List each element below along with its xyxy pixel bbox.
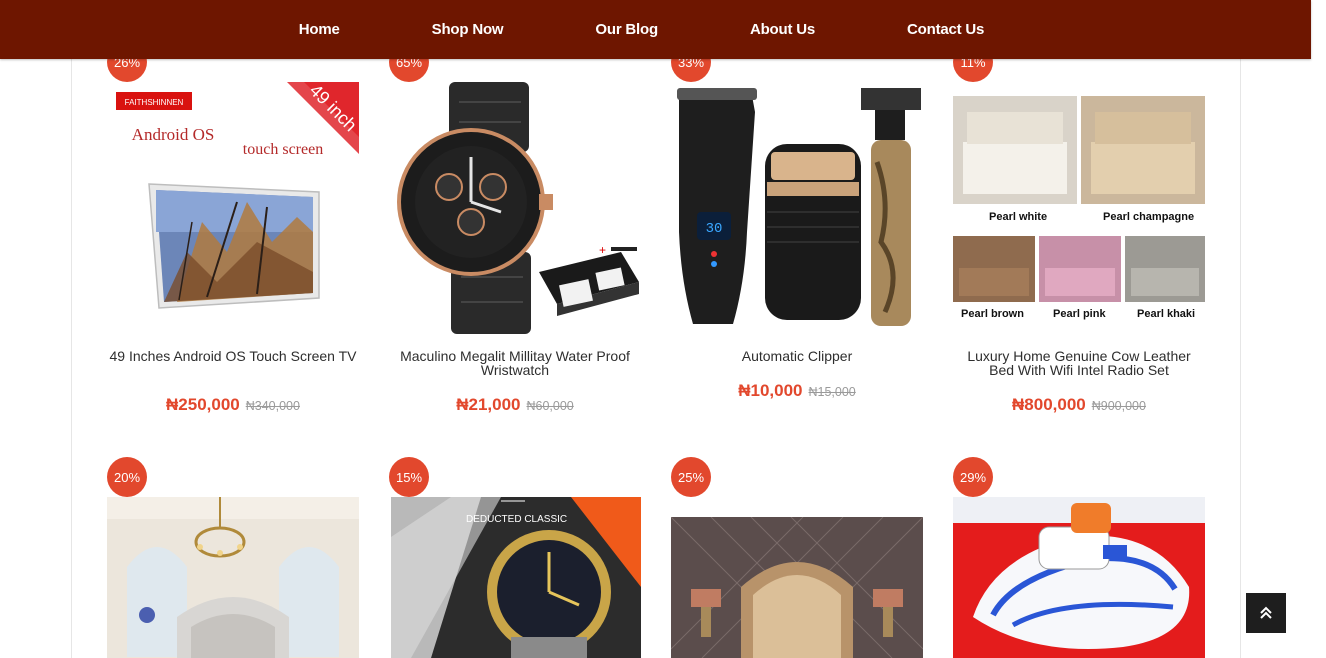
svg-text:Pearl pink: Pearl pink bbox=[1053, 308, 1106, 320]
product-title[interactable]: Luxury Home Genuine Cow Leather Bed With… bbox=[953, 349, 1205, 377]
discount-badge: 20% bbox=[107, 457, 147, 497]
svg-text:+: + bbox=[599, 243, 606, 257]
svg-text:Pearl khaki: Pearl khaki bbox=[1137, 308, 1195, 320]
sale-price: ₦21,000 bbox=[456, 395, 521, 414]
product-title[interactable]: Automatic Clipper bbox=[671, 349, 923, 363]
nav-about-us[interactable]: About Us bbox=[750, 21, 815, 38]
original-price: ₦15,000 bbox=[808, 385, 856, 399]
discount-badge: 25% bbox=[671, 457, 711, 497]
original-price: ₦340,000 bbox=[245, 399, 300, 413]
price-row: ₦250,000 ₦340,000 bbox=[107, 395, 359, 415]
nav-home[interactable]: Home bbox=[299, 21, 340, 38]
price-row: ₦21,000 ₦60,000 bbox=[389, 395, 641, 415]
back-to-top-button[interactable] bbox=[1246, 593, 1286, 633]
sale-price: ₦250,000 bbox=[166, 395, 240, 414]
sale-price: ₦10,000 bbox=[738, 381, 803, 400]
svg-text:DEDUCTED CLASSIC: DEDUCTED CLASSIC bbox=[466, 514, 567, 525]
product-image[interactable] bbox=[107, 497, 359, 658]
product-title[interactable]: 49 Inches Android OS Touch Screen TV bbox=[107, 349, 359, 363]
top-navbar: Home Shop Now Our Blog About Us Contact … bbox=[0, 0, 1311, 59]
nav-menu: Home Shop Now Our Blog About Us Contact … bbox=[253, 21, 1030, 38]
nav-our-blog[interactable]: Our Blog bbox=[595, 21, 658, 38]
nav-shop-now[interactable]: Shop Now bbox=[432, 21, 504, 38]
svg-text:Android OS: Android OS bbox=[132, 125, 215, 144]
price-row: ₦800,000 ₦900,000 bbox=[953, 395, 1205, 415]
discount-badge: 15% bbox=[389, 457, 429, 497]
product-image[interactable]: FAITHSHINNEN 49 inch Android OS touch sc… bbox=[107, 82, 359, 334]
brand-tag-text: FAITHSHINNEN bbox=[125, 98, 184, 107]
product-image[interactable]: Pearl white Pearl champagne Pearl brown … bbox=[953, 82, 1205, 334]
price-row: ₦10,000 ₦15,000 bbox=[671, 381, 923, 401]
double-chevron-up-icon bbox=[1260, 606, 1272, 619]
product-image[interactable]: + bbox=[389, 82, 641, 334]
svg-text:Pearl white: Pearl white bbox=[989, 211, 1047, 223]
product-image[interactable]: 30 bbox=[671, 82, 923, 334]
product-image[interactable]: DEDUCTED CLASSIC bbox=[391, 497, 641, 658]
product-image[interactable] bbox=[953, 497, 1205, 658]
original-price: ₦900,000 bbox=[1091, 399, 1146, 413]
svg-text:Pearl brown: Pearl brown bbox=[961, 308, 1024, 320]
original-price: ₦60,000 bbox=[526, 399, 574, 413]
discount-badge: 29% bbox=[953, 457, 993, 497]
product-title[interactable]: Maculino Megalit Millitay Water Proof Wr… bbox=[389, 349, 641, 377]
product-image[interactable] bbox=[671, 517, 923, 658]
svg-text:touch screen: touch screen bbox=[243, 141, 323, 158]
nav-contact-us[interactable]: Contact Us bbox=[907, 21, 984, 38]
svg-text:Pearl champagne: Pearl champagne bbox=[1103, 211, 1194, 223]
svg-text:30: 30 bbox=[706, 221, 723, 237]
sale-price: ₦800,000 bbox=[1012, 395, 1086, 414]
